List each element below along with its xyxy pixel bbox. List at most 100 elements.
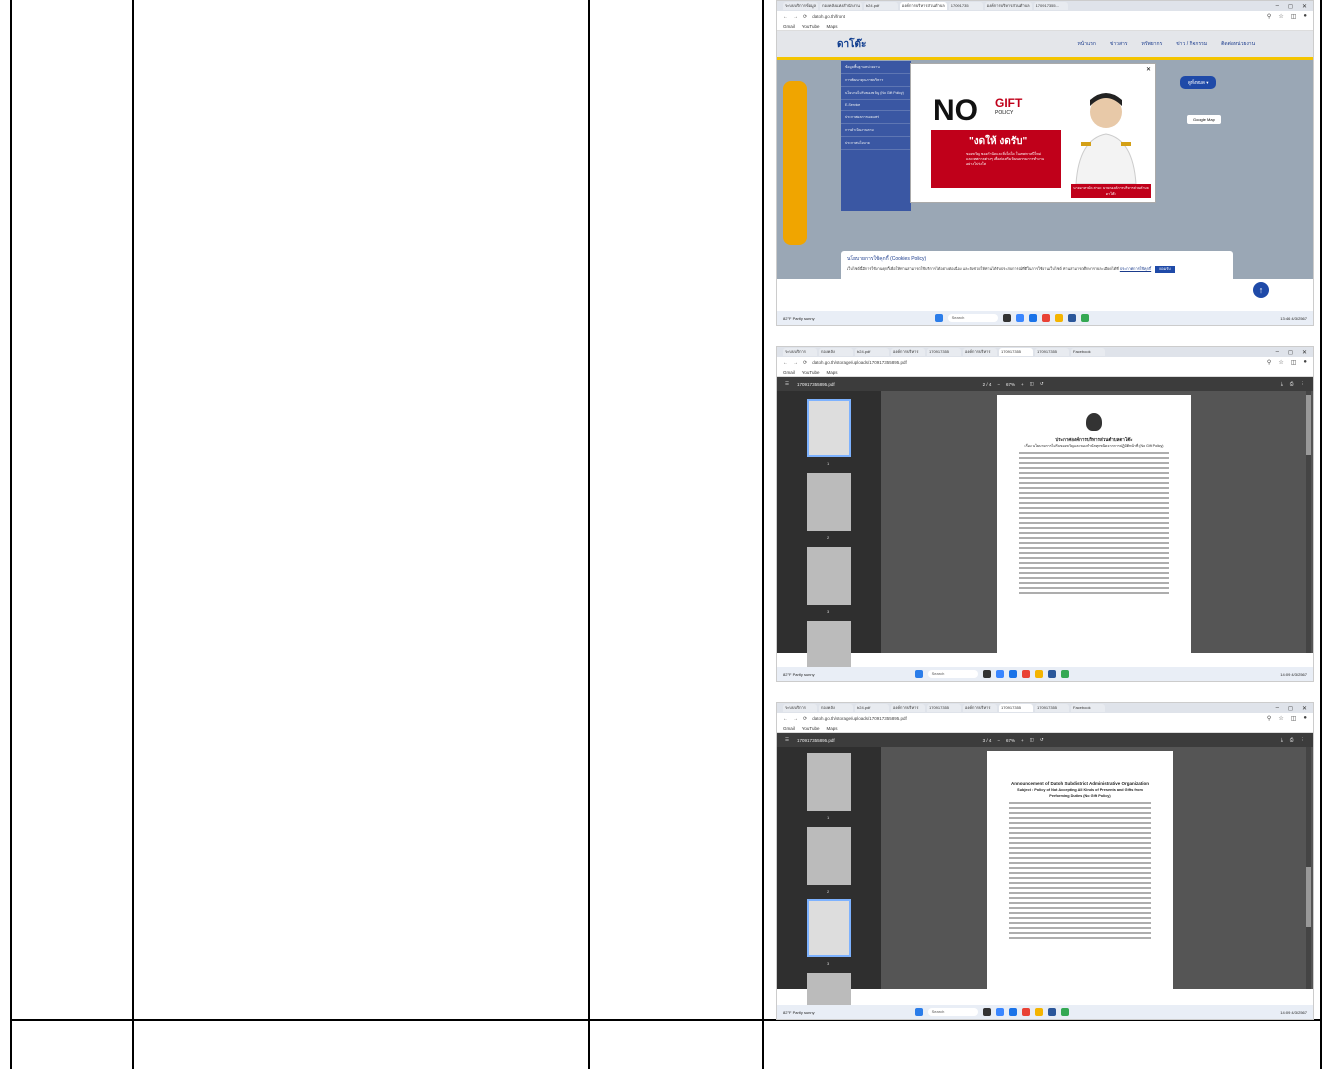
- close-icon[interactable]: ✕: [1302, 349, 1307, 356]
- profile-icon[interactable]: ●: [1303, 359, 1307, 366]
- site-logo[interactable]: ดาโต๊ะ: [837, 37, 866, 52]
- cookie-policy-link[interactable]: ประกาศการใช้คุกกี้: [1120, 267, 1151, 271]
- browser-tab[interactable]: ระบบบริการข้อมูล: [783, 2, 819, 10]
- taskbar-app-icon[interactable]: [1080, 314, 1089, 322]
- search-icon[interactable]: ⚲: [1267, 13, 1271, 20]
- close-icon[interactable]: ✕: [1302, 3, 1307, 10]
- chrome-icon[interactable]: [1041, 314, 1050, 322]
- bookmark-youtube[interactable]: YouTube: [802, 24, 820, 29]
- bookmark-maps[interactable]: Maps: [826, 24, 837, 29]
- taskbar-app-icon[interactable]: [1002, 314, 1011, 322]
- site-nav-item[interactable]: ติดต่อหน่วยงาน: [1221, 40, 1255, 48]
- profile-icon[interactable]: ●: [1303, 715, 1307, 722]
- taskbar-app-icon[interactable]: [982, 1008, 991, 1016]
- browser-tab[interactable]: กองคลัง: [819, 348, 853, 356]
- menu-item[interactable]: ข้อมูลพื้นฐานหน่วยงาน: [841, 61, 911, 74]
- url-field[interactable]: datoh.go.th/storage/uploads/170917355895…: [812, 716, 907, 721]
- menu-item[interactable]: การพัฒนาคุณภาพบริหาร: [841, 74, 911, 87]
- browser-tab[interactable]: Facebook: [1071, 704, 1105, 712]
- download-icon[interactable]: ⤓: [1281, 737, 1283, 743]
- reload-icon[interactable]: ⟳: [803, 360, 807, 366]
- floating-sidebar[interactable]: [783, 81, 807, 245]
- zoom-in-icon[interactable]: +: [1021, 382, 1024, 387]
- start-icon[interactable]: [914, 670, 923, 678]
- bookmark-gmail[interactable]: Gmail: [783, 24, 795, 29]
- taskbar-app-icon[interactable]: [1034, 1008, 1043, 1016]
- start-icon[interactable]: [914, 1008, 923, 1016]
- taskbar-app-icon[interactable]: [995, 1008, 1004, 1016]
- minimize-icon[interactable]: –: [1276, 705, 1279, 712]
- chrome-icon[interactable]: [1021, 1008, 1030, 1016]
- reload-icon[interactable]: ⟳: [803, 716, 807, 722]
- profile-icon[interactable]: ●: [1303, 13, 1307, 20]
- download-icon[interactable]: ⤓: [1281, 381, 1283, 387]
- clock[interactable]: 14:09 4/3/2567: [1280, 1010, 1307, 1015]
- browser-tab[interactable]: 170917355...: [1033, 2, 1068, 10]
- page-thumbnail[interactable]: [807, 473, 851, 531]
- page-thumbnail[interactable]: [807, 827, 851, 885]
- star-icon[interactable]: ☆: [1278, 715, 1283, 722]
- taskbar-app-icon[interactable]: [982, 670, 991, 678]
- google-map-button[interactable]: Google Map: [1187, 115, 1221, 124]
- taskbar-app-icon[interactable]: [1034, 670, 1043, 678]
- bookmark-maps[interactable]: Maps: [826, 370, 837, 375]
- browser-tab[interactable]: 170917355: [1035, 348, 1069, 356]
- bookmark-youtube[interactable]: YouTube: [802, 370, 820, 375]
- browser-tab[interactable]: 170917355: [1035, 704, 1069, 712]
- browser-tab[interactable]: Facebook: [1071, 348, 1105, 356]
- maximize-icon[interactable]: ◻: [1288, 705, 1293, 712]
- site-nav-item[interactable]: ข่าวสาร: [1110, 40, 1128, 48]
- forward-icon[interactable]: →: [793, 360, 798, 366]
- menu-item[interactable]: ประกาศนโยบาย: [841, 137, 911, 150]
- popup-close-icon[interactable]: ✕: [1146, 66, 1151, 73]
- minimize-icon[interactable]: –: [1276, 3, 1279, 10]
- menu-item[interactable]: E-Service: [841, 100, 911, 111]
- browser-tab[interactable]: b24.pdf: [863, 2, 898, 10]
- browser-tab[interactable]: องค์การบริหารส่วนตำบล: [899, 2, 947, 10]
- site-nav-item[interactable]: ข่าว / กิจกรรม: [1176, 40, 1207, 48]
- browser-tab[interactable]: b24.pdf: [855, 348, 889, 356]
- back-icon[interactable]: ←: [783, 14, 788, 20]
- view-all-button[interactable]: ดูทั้งหมด ▾: [1180, 76, 1217, 89]
- zoom-out-icon[interactable]: −: [997, 382, 1000, 387]
- print-icon[interactable]: ⎙: [1290, 737, 1294, 743]
- minimize-icon[interactable]: –: [1276, 349, 1279, 356]
- taskbar-app-icon[interactable]: [1008, 670, 1017, 678]
- menu-icon[interactable]: ☰: [785, 381, 789, 387]
- page-thumbnail[interactable]: [807, 547, 851, 605]
- menu-item[interactable]: ประกาศผลการเผยแพร่: [841, 111, 911, 124]
- bookmark-gmail[interactable]: Gmail: [783, 726, 795, 731]
- taskbar-app-icon[interactable]: [995, 670, 1004, 678]
- taskbar-search[interactable]: Search: [927, 1008, 978, 1016]
- browser-tab[interactable]: b24.pdf: [855, 704, 889, 712]
- menu-icon[interactable]: ☰: [785, 737, 789, 743]
- scrollbar[interactable]: [1306, 391, 1311, 653]
- page-indicator[interactable]: 2 / 4: [983, 382, 992, 387]
- page-indicator[interactable]: 3 / 4: [983, 738, 992, 743]
- site-nav-item[interactable]: หน้าแรก: [1077, 40, 1095, 48]
- page-thumbnail[interactable]: [807, 899, 851, 957]
- browser-tab[interactable]: กองคลัง: [819, 704, 853, 712]
- star-icon[interactable]: ☆: [1278, 359, 1283, 366]
- clock[interactable]: 14:09 4/3/2567: [1280, 672, 1307, 677]
- browser-tab[interactable]: องค์การบริหาร: [963, 348, 997, 356]
- browser-tab[interactable]: 170917355: [999, 704, 1033, 712]
- browser-tab[interactable]: องค์การบริหาร: [963, 704, 997, 712]
- taskbar-app-icon[interactable]: [1054, 314, 1063, 322]
- taskbar-app-icon[interactable]: [1047, 670, 1056, 678]
- browser-tab[interactable]: 170917355: [999, 348, 1033, 356]
- url-field[interactable]: datoh.go.th/storage/uploads/170917355895…: [812, 360, 907, 365]
- fit-page-icon[interactable]: ◫: [1030, 381, 1034, 387]
- reload-icon[interactable]: ⟳: [803, 14, 807, 20]
- search-icon[interactable]: ⚲: [1267, 359, 1271, 366]
- taskbar-search[interactable]: Search: [947, 314, 998, 322]
- more-icon[interactable]: ⋮: [1301, 737, 1306, 743]
- scroll-top-icon[interactable]: ↑: [1253, 282, 1269, 298]
- forward-icon[interactable]: →: [793, 14, 798, 20]
- page-thumbnail[interactable]: [807, 399, 851, 457]
- chrome-icon[interactable]: [1021, 670, 1030, 678]
- sidepanel-icon[interactable]: ◫: [1291, 715, 1297, 722]
- url-field[interactable]: datoh.go.th/front: [812, 14, 845, 19]
- zoom-level[interactable]: 67%: [1006, 382, 1015, 387]
- maximize-icon[interactable]: ◻: [1288, 349, 1293, 356]
